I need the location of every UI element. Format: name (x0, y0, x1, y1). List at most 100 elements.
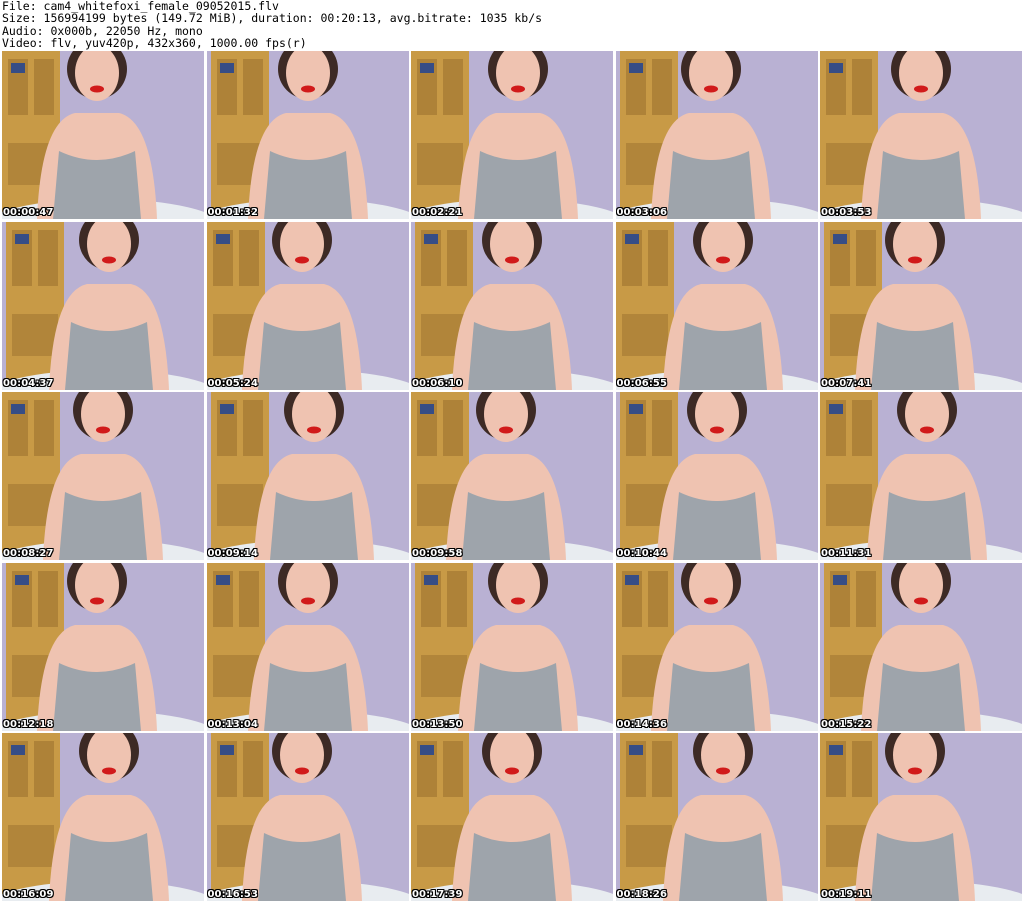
video-thumbnail: 00:14:36 (615, 562, 818, 731)
monitor (829, 745, 843, 755)
video-thumbnail: 00:05:24 (206, 221, 409, 390)
monitor (829, 63, 843, 73)
lips (90, 85, 104, 93)
video-info: Video: flv, yuv420p, 432x360, 1000.00 fp… (2, 36, 307, 51)
cabinet-panel (34, 59, 54, 115)
timestamp-label: 00:00:47 (3, 207, 54, 218)
cabinet-drawer (417, 143, 463, 185)
video-thumbnail: 00:13:04 (206, 562, 409, 731)
cabinet-panel (651, 741, 672, 797)
frame-image (206, 221, 409, 390)
frame-image (2, 221, 204, 390)
top-garment (468, 833, 556, 901)
cabinet-panel (242, 59, 263, 115)
cabinet-panel (242, 400, 263, 456)
cabinet-drawer (826, 484, 872, 526)
top-garment (257, 833, 346, 901)
lips (96, 426, 110, 434)
frame-image (2, 733, 204, 901)
frame-image (2, 51, 204, 219)
timestamp-label: 00:07:41 (821, 377, 872, 389)
cabinet-drawer (8, 825, 54, 867)
monitor (11, 63, 25, 73)
video-thumbnail: 00:10:44 (615, 392, 818, 560)
top-garment (53, 151, 141, 219)
file-size-duration-bitrate: Size: 156994199 bytes (149.72 MiB), dura… (2, 11, 543, 26)
lips (300, 597, 315, 604)
cabinet-drawer (12, 313, 58, 356)
timestamp-label: 00:10:44 (616, 548, 668, 559)
cabinet-panel (447, 570, 467, 627)
frame-image (206, 562, 409, 731)
monitor (628, 63, 643, 73)
frame-image (411, 562, 613, 731)
timestamp-label: 00:01:32 (207, 207, 259, 218)
top-garment (462, 492, 550, 560)
frame-image (2, 562, 204, 731)
timestamp-label: 00:14:36 (616, 718, 668, 730)
timestamp-label: 00:08:27 (3, 548, 54, 559)
lips (505, 256, 519, 263)
monitor (833, 574, 847, 585)
frame-image (206, 733, 409, 901)
cabinet-panel (651, 59, 672, 115)
timestamp-label: 00:09:14 (207, 548, 259, 559)
lips (102, 256, 116, 263)
file-info-header: File: cam4_whitefoxi_female_09052015.flv… (2, 0, 1020, 50)
video-thumbnail: 00:01:32 (206, 51, 409, 219)
monitor (424, 233, 438, 244)
top-garment (257, 321, 346, 390)
frame-image (615, 221, 818, 390)
top-garment (59, 492, 147, 560)
timestamp-label: 00:19:11 (821, 889, 872, 900)
monitor (215, 233, 230, 244)
video-thumbnail: 00:02:21 (411, 51, 613, 219)
video-thumbnail: 00:16:09 (2, 733, 204, 901)
lips (715, 767, 730, 775)
frame-image (820, 733, 1022, 901)
cabinet-panel (856, 570, 876, 627)
cabinet-panel (38, 229, 58, 286)
timestamp-label: 00:05:24 (207, 377, 259, 389)
top-garment (263, 151, 352, 219)
video-thumbnail: 00:00:47 (2, 51, 204, 219)
thumbnail-grid: 00:00:47 00:01:32 00:02:21 00:03:06 00:03:53… (2, 51, 1022, 901)
cabinet-panel (647, 229, 668, 286)
video-thumbnail: 00:09:14 (206, 392, 409, 560)
lips (499, 426, 513, 434)
monitor (424, 574, 438, 585)
timestamp-label: 00:13:50 (412, 718, 463, 730)
cabinet-panel (443, 741, 463, 797)
top-garment (883, 492, 971, 560)
top-garment (678, 321, 767, 390)
video-thumbnail: 00:04:37 (2, 221, 204, 390)
frame-image (615, 392, 818, 560)
timestamp-label: 00:13:04 (207, 718, 259, 730)
cabinet-panel (447, 229, 467, 286)
lips (306, 426, 321, 434)
lips (920, 426, 934, 434)
top-garment (474, 662, 562, 731)
video-thumbnail: 00:11:31 (820, 392, 1022, 560)
top-garment (877, 662, 965, 731)
monitor (829, 404, 843, 414)
lips (505, 767, 519, 775)
lips (511, 597, 525, 604)
timestamp-label: 00:18:26 (616, 889, 668, 900)
video-thumbnail: 00:19:11 (820, 733, 1022, 901)
video-thumbnail: 00:06:55 (615, 221, 818, 390)
video-thumbnail: 00:15:22 (820, 562, 1022, 731)
cabinet-drawer (625, 825, 672, 867)
frame-image (820, 392, 1022, 560)
cabinet-panel (852, 400, 872, 456)
timestamp-label: 00:09:58 (412, 548, 463, 559)
cabinet-panel (651, 400, 672, 456)
timestamp-label: 00:06:10 (412, 377, 463, 389)
lips (709, 426, 724, 434)
cabinet-drawer (216, 484, 263, 526)
monitor (628, 745, 643, 755)
monitor (15, 574, 29, 585)
monitor (11, 404, 25, 414)
timestamp-label: 00:16:09 (3, 889, 54, 900)
video-thumbnail: 00:16:53 (206, 733, 409, 901)
